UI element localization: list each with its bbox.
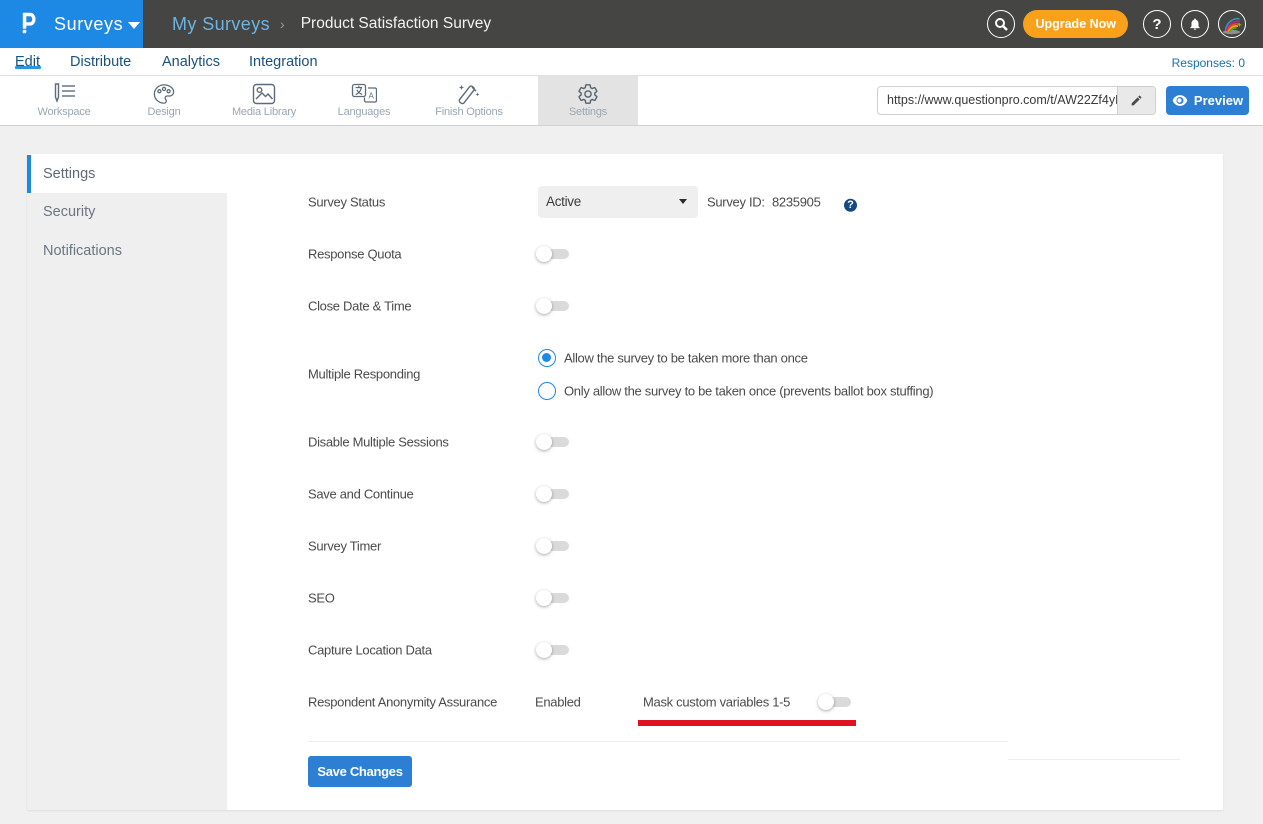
svg-text:A: A [369, 92, 375, 101]
